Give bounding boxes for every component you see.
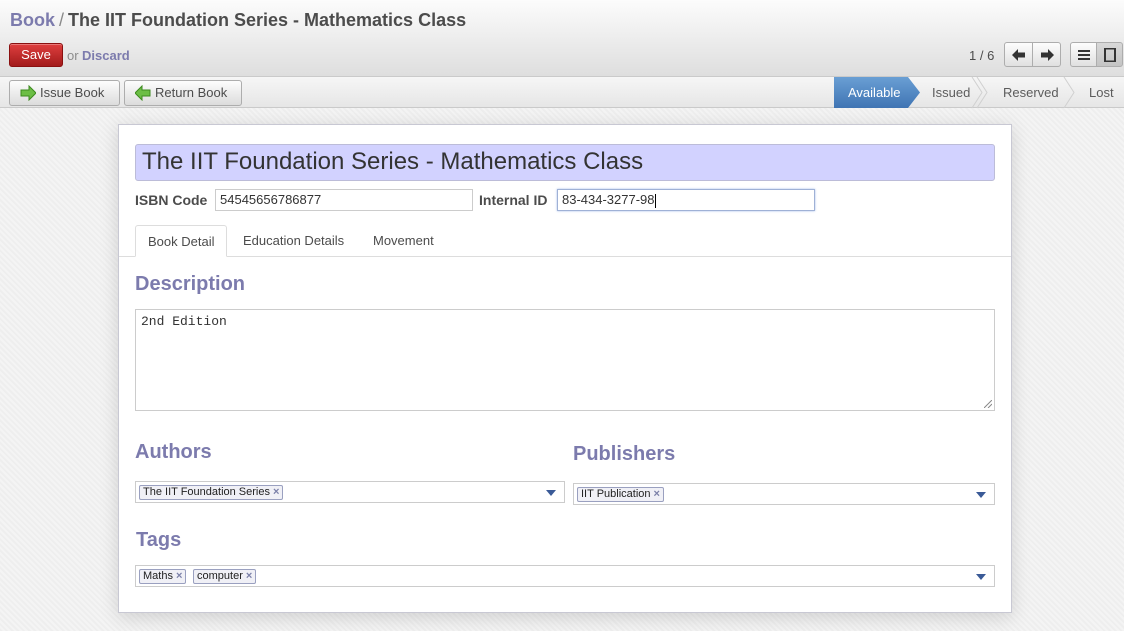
remove-tag-icon[interactable]: × xyxy=(654,488,660,500)
pager-next-button[interactable] xyxy=(1032,42,1061,67)
arrow-right-green-icon xyxy=(20,85,36,101)
list-icon xyxy=(1078,50,1090,60)
issue-book-label: Issue Book xyxy=(40,85,105,100)
tag-chip: computer × xyxy=(193,569,257,584)
publishers-field[interactable]: IIT Publication × xyxy=(573,483,995,505)
return-book-label: Return Book xyxy=(155,85,228,100)
publisher-tag: IIT Publication × xyxy=(577,487,664,502)
breadcrumb: Book / The IIT Foundation Series - Mathema… xyxy=(10,10,466,31)
tags-field[interactable]: Maths × computer × xyxy=(135,565,995,587)
arrow-left-icon xyxy=(1012,49,1025,61)
save-button[interactable]: Save xyxy=(9,43,63,67)
author-tag: The IIT Foundation Series × xyxy=(139,485,284,500)
breadcrumb-parent-link[interactable]: Book xyxy=(10,10,55,30)
stage-available[interactable]: Available xyxy=(834,77,920,108)
stage-separator-icon xyxy=(1063,77,1075,108)
tag-chip: Maths × xyxy=(139,569,187,584)
publishers-heading: Publishers xyxy=(573,443,676,465)
or-text: or xyxy=(67,48,79,63)
pager-previous-button[interactable] xyxy=(1004,42,1033,67)
book-title-input[interactable]: The IIT Foundation Series - Mathematics … xyxy=(135,144,995,181)
control-panel: Book / The IIT Foundation Series - Mathema… xyxy=(0,0,1124,77)
resize-grip-icon[interactable] xyxy=(984,400,992,408)
issue-book-button[interactable]: Issue Book xyxy=(9,80,120,106)
remove-tag-icon[interactable]: × xyxy=(273,486,279,498)
form-view-button[interactable] xyxy=(1096,42,1123,67)
discard-link[interactable]: Discard xyxy=(82,48,130,63)
remove-tag-icon[interactable]: × xyxy=(176,570,182,582)
tag-chip-label: computer xyxy=(197,570,243,582)
isbn-input[interactable]: 54545656786877 xyxy=(215,189,473,211)
author-tag-label: The IIT Foundation Series xyxy=(143,486,270,498)
remove-tag-icon[interactable]: × xyxy=(246,570,252,582)
text-cursor xyxy=(654,193,656,208)
tab-book-detail[interactable]: Book Detail xyxy=(135,225,228,257)
statusbar: Issue Book Return Book Available Issued … xyxy=(0,77,1124,108)
stage-separator-icon xyxy=(976,77,988,108)
stage-lost[interactable]: Lost xyxy=(1089,77,1114,108)
breadcrumb-separator: / xyxy=(59,10,65,30)
return-book-button[interactable]: Return Book xyxy=(124,80,242,106)
description-heading: Description xyxy=(135,273,246,295)
pager-counter: 1 / 6 xyxy=(969,48,995,63)
tag-chip-label: Maths xyxy=(143,570,173,582)
notebook-tabs: Book Detail Education Details Movement xyxy=(119,225,1011,257)
publisher-tag-label: IIT Publication xyxy=(581,488,651,500)
tab-movement[interactable]: Movement xyxy=(361,225,446,257)
dropdown-arrow-icon[interactable] xyxy=(976,574,986,580)
authors-field[interactable]: The IIT Foundation Series × xyxy=(135,481,565,503)
arrow-right-icon xyxy=(1041,49,1054,61)
arrow-left-green-icon xyxy=(135,85,151,101)
form-icon xyxy=(1104,48,1116,62)
form-sheet: The IIT Foundation Series - Mathematics … xyxy=(118,124,1012,613)
description-value: 2nd Edition xyxy=(141,314,227,329)
internal-id-label: Internal ID xyxy=(479,192,548,208)
breadcrumb-current: The IIT Foundation Series - Mathematics … xyxy=(68,10,467,30)
internal-id-input[interactable]: 83-434-3277-98 xyxy=(557,189,815,211)
authors-heading: Authors xyxy=(135,441,212,463)
description-textarea[interactable]: 2nd Edition xyxy=(135,309,995,411)
isbn-label: ISBN Code xyxy=(135,192,208,208)
stage-reserved[interactable]: Reserved xyxy=(1003,77,1059,108)
internal-id-value: 83-434-3277-98 xyxy=(562,192,655,207)
dropdown-arrow-icon[interactable] xyxy=(546,490,556,496)
list-view-button[interactable] xyxy=(1070,42,1097,67)
stage-issued[interactable]: Issued xyxy=(932,77,970,108)
dropdown-arrow-icon[interactable] xyxy=(976,492,986,498)
tags-heading: Tags xyxy=(136,529,182,551)
tab-education-details[interactable]: Education Details xyxy=(231,225,356,257)
